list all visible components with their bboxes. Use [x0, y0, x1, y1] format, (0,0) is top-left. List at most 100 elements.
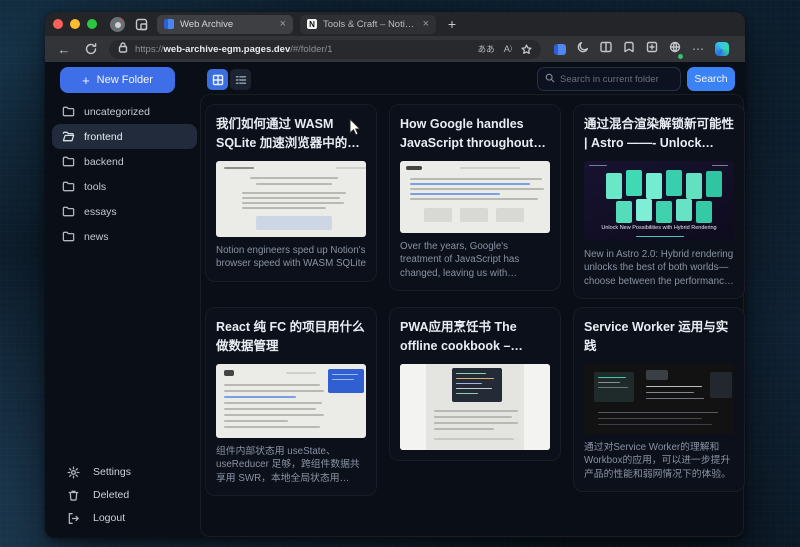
url-text: https://web-archive-egm.pages.dev/#/fold…: [135, 44, 332, 55]
address-bar[interactable]: https://web-archive-egm.pages.dev/#/fold…: [109, 40, 541, 59]
reload-icon[interactable]: [82, 40, 100, 58]
close-window-button[interactable]: [53, 19, 63, 29]
article-thumbnail: Unlock New Possibilities with Hybrid Ren…: [584, 161, 734, 241]
folder-icon: [62, 155, 75, 168]
article-thumbnail: [216, 364, 366, 438]
new-folder-label: New Folder: [97, 74, 153, 86]
logout-button[interactable]: Logout: [59, 507, 189, 529]
web-archive-app: + New Folder Search u: [45, 62, 745, 538]
logout-icon: [67, 512, 80, 525]
collections-add-icon[interactable]: [646, 40, 658, 58]
thumbnail-caption: Unlock New Possibilities with Hybrid Ren…: [584, 225, 734, 232]
more-options-icon[interactable]: ⋯: [692, 42, 704, 56]
settings-label: Settings: [93, 466, 131, 478]
minimize-window-button[interactable]: [70, 19, 80, 29]
folder-label: frontend: [84, 131, 123, 143]
workspaces-icon[interactable]: [554, 44, 566, 55]
read-aloud-icon[interactable]: A): [504, 44, 512, 55]
zoom-window-button[interactable]: [87, 19, 97, 29]
list-view-button[interactable]: [230, 69, 251, 90]
toolbar-extensions: ⋯: [554, 40, 729, 58]
settings-button[interactable]: Settings: [59, 461, 189, 483]
grid-view-button[interactable]: [207, 69, 228, 90]
new-folder-button[interactable]: + New Folder: [60, 67, 175, 93]
logout-label: Logout: [93, 512, 125, 524]
article-title: Service Worker 运用与实践: [584, 318, 734, 356]
article-title: 通过混合渲染解锁新可能性 | Astro ——- Unlock New…: [584, 115, 734, 153]
article-description: 通过对Service Worker的理解和 Workbox的应用，可以进一步提升…: [584, 441, 734, 482]
tab-web-archive[interactable]: Web Archive ×: [157, 15, 293, 34]
folder-label: tools: [84, 181, 106, 193]
article-title: PWA应用烹饪书 The offline cookbook –…: [400, 318, 550, 356]
sidebar-item-news[interactable]: news: [52, 224, 197, 249]
folder-label: backend: [84, 156, 124, 168]
tab-title: Tools & Craft – Notion Blog: [323, 19, 417, 30]
article-card[interactable]: Service Worker 运用与实践 通过对Service Worker的理…: [573, 307, 745, 492]
sidebar-item-frontend[interactable]: frontend: [52, 124, 197, 149]
open-folder-icon: [62, 130, 75, 143]
browser-window: Web Archive × N Tools & Craft – Notion B…: [45, 12, 745, 538]
article-card[interactable]: React 纯 FC 的项目用什么做数据管理 组件内部状态用: [205, 307, 377, 496]
article-card[interactable]: 通过混合渲染解锁新可能性 | Astro ——- Unlock New… U: [573, 104, 745, 299]
browser-toolbar: ← https://web-archive-egm.pages.dev/#/fo…: [45, 36, 745, 62]
folder-label: news: [84, 231, 109, 243]
sidebar-item-tools[interactable]: tools: [52, 174, 197, 199]
browser-tab-bar: Web Archive × N Tools & Craft – Notion B…: [45, 12, 745, 36]
folder-icon: [62, 205, 75, 218]
avatar-notification-dot: [121, 17, 125, 21]
folder-label: essays: [84, 206, 117, 218]
article-card[interactable]: How Google handles JavaScript throughout…: [389, 104, 561, 291]
avatar-head-icon: [115, 22, 121, 28]
search-input[interactable]: [560, 74, 673, 85]
deleted-label: Deleted: [93, 489, 129, 501]
article-description: Notion engineers sped up Notion's browse…: [216, 244, 366, 271]
sidebar-item-uncategorized[interactable]: uncategorized: [52, 99, 197, 124]
folder-icon: [62, 180, 75, 193]
notion-favicon: N: [307, 19, 317, 29]
search-button[interactable]: Search: [687, 67, 735, 91]
article-thumbnail: [216, 161, 366, 237]
article-title: React 纯 FC 的项目用什么做数据管理: [216, 318, 366, 356]
tab-title: Web Archive: [180, 19, 274, 30]
gear-icon: [67, 466, 80, 479]
favorite-star-icon[interactable]: [521, 44, 532, 55]
article-thumbnail: [584, 364, 734, 434]
profile-avatar[interactable]: [110, 17, 125, 32]
article-title: How Google handles JavaScript throughout…: [400, 115, 550, 153]
dark-mode-icon[interactable]: [577, 40, 589, 58]
article-thumbnail: [400, 364, 550, 450]
article-description: 组件内部状态用 useState、useReducer 足够，跨组件数据共享用 …: [216, 445, 366, 486]
sidebar-item-backend[interactable]: backend: [52, 149, 197, 174]
plus-icon: +: [82, 73, 90, 88]
article-thumbnail: [400, 161, 550, 233]
article-title: 我们如何通过 WASM SQLite 加速浏览器中的 Notion ——-…: [216, 115, 366, 153]
status-dot: [678, 54, 683, 59]
split-screen-icon[interactable]: [600, 40, 612, 58]
lock-icon: [118, 40, 128, 58]
folder-label: uncategorized: [84, 106, 150, 118]
sidebar-item-essays[interactable]: essays: [52, 199, 197, 224]
copilot-icon[interactable]: [715, 42, 729, 56]
folder-icon: [62, 105, 75, 118]
translate-icon[interactable]: ああ: [478, 43, 495, 55]
deleted-button[interactable]: Deleted: [59, 484, 189, 506]
web-archive-favicon: [164, 19, 174, 29]
window-controls: [53, 19, 97, 29]
article-description: New in Astro 2.0: Hybrid rendering unloc…: [584, 248, 734, 289]
article-description: Over the years, Google's treatment of Ja…: [400, 240, 550, 281]
article-card[interactable]: PWA应用烹饪书 The offline cookbook –…: [389, 307, 561, 461]
tab-notion-blog[interactable]: N Tools & Craft – Notion Blog ×: [300, 15, 436, 34]
close-tab-icon[interactable]: ×: [423, 19, 429, 30]
trash-icon: [67, 489, 80, 502]
back-icon[interactable]: ←: [55, 40, 73, 58]
browser-essentials-icon[interactable]: [669, 40, 681, 58]
view-toggle: [207, 69, 251, 90]
close-tab-icon[interactable]: ×: [280, 19, 286, 30]
tab-overview-icon[interactable]: [132, 15, 150, 33]
search-icon: [545, 70, 555, 88]
article-card[interactable]: 我们如何通过 WASM SQLite 加速浏览器中的 Notion ——-… N…: [205, 104, 377, 282]
folder-icon: [62, 230, 75, 243]
favorites-hub-icon[interactable]: [623, 40, 635, 58]
new-tab-button[interactable]: +: [443, 15, 461, 33]
desktop-wallpaper: Web Archive × N Tools & Craft – Notion B…: [0, 0, 800, 547]
